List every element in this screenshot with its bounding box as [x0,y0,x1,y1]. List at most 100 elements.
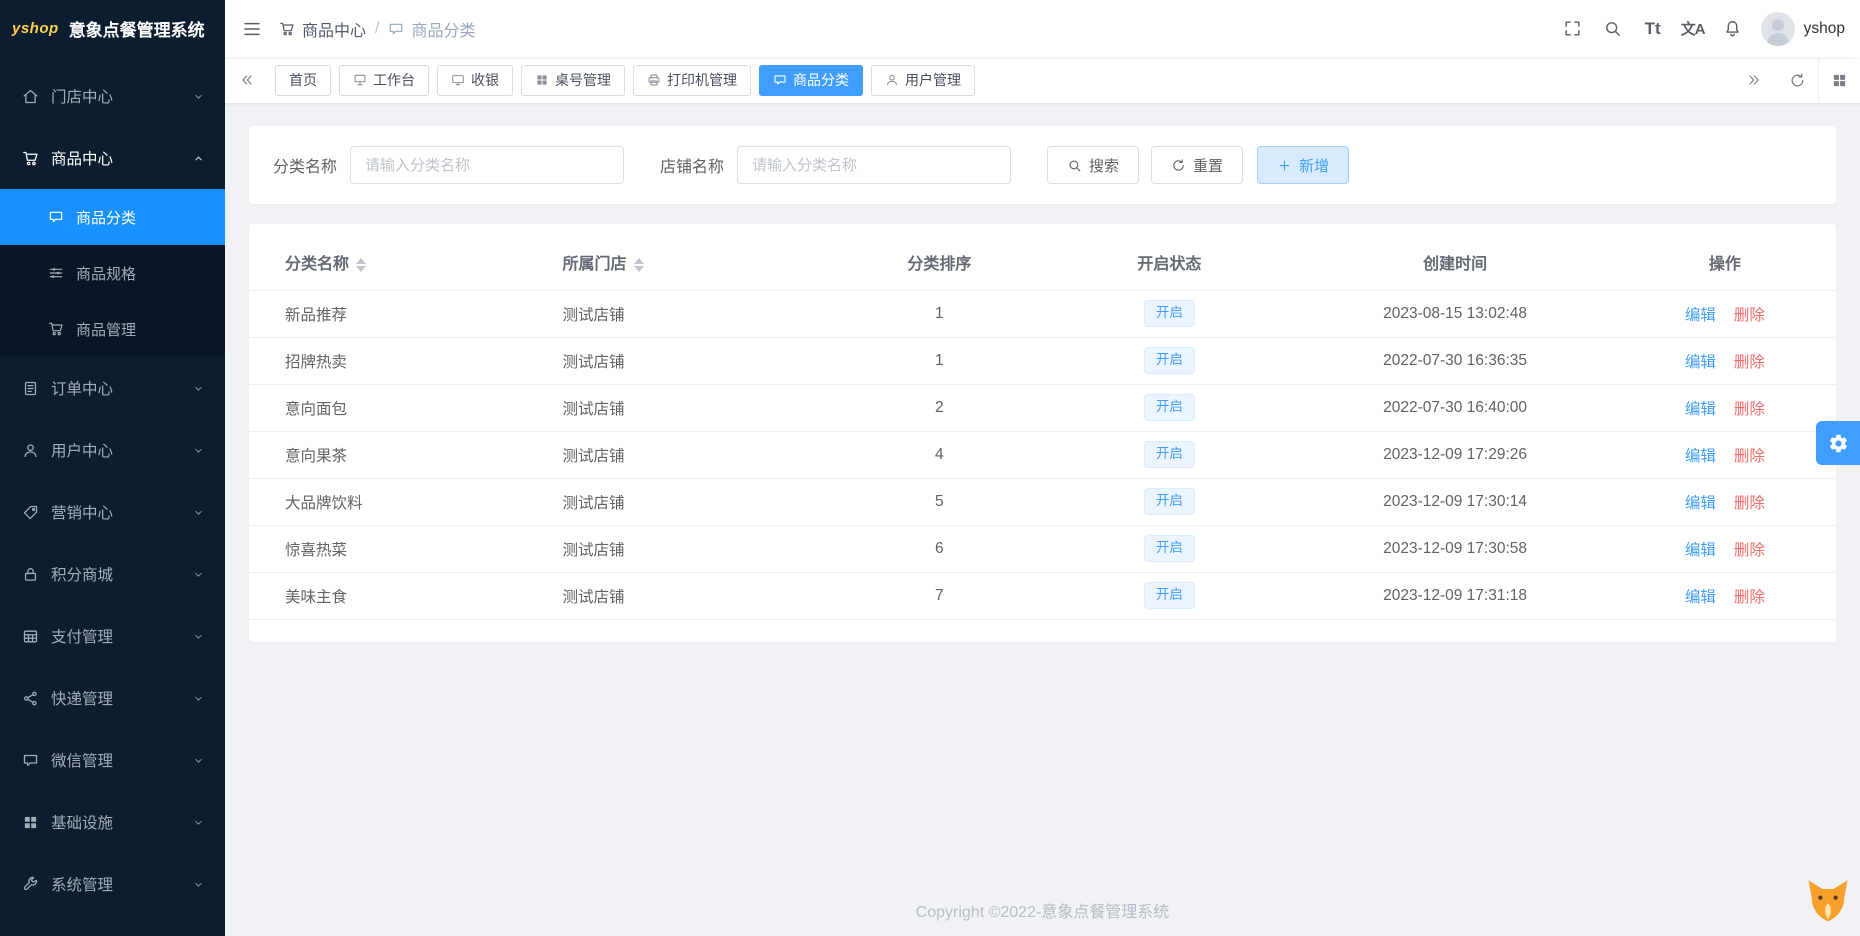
column-header[interactable]: 分类名称 [249,234,551,291]
column-header: 分类排序 [836,234,1043,291]
cell-actions: 编辑 删除 [1613,572,1836,620]
tag-label: 首页 [289,72,317,88]
sidebar-item-system-manage[interactable]: 系统管理 [0,853,225,915]
edit-link[interactable]: 编辑 [1685,448,1716,465]
tag-product-category[interactable]: 商品分类 [759,64,863,96]
delete-link[interactable]: 删除 [1734,495,1765,512]
edit-link[interactable]: 编辑 [1685,401,1716,418]
shop-name-label: 店铺名称 [660,159,725,176]
sort-caret-icon[interactable] [356,257,367,272]
category-name-input[interactable] [350,146,625,184]
cell-store: 测试店铺 [550,384,837,432]
sidebar-item-store-center[interactable]: 门店中心 [0,65,225,127]
sidebar-item-label: 营销中心 [51,505,114,522]
tag-label: 商品分类 [793,72,849,88]
column-header-label: 所属门店 [562,255,627,273]
sidebar-item-marketing-center[interactable]: 营销中心 [0,481,225,543]
chevron-down-icon [192,568,205,581]
delete-link[interactable]: 删除 [1734,354,1765,371]
refresh-icon[interactable] [1776,57,1818,103]
sidebar-item-label: 微信管理 [51,753,114,770]
delete-link[interactable]: 删除 [1734,542,1765,559]
tag-label: 打印机管理 [667,72,737,88]
edit-link[interactable]: 编辑 [1685,589,1716,606]
avatar[interactable] [1760,11,1795,46]
tags-scroll-left-icon[interactable] [225,57,269,103]
navbar: 商品中心 / 商品分类 Tt 文A yshop [225,0,1860,57]
reset-button[interactable]: 重置 [1151,146,1244,184]
sidebar-item-wechat-manage[interactable]: 微信管理 [0,729,225,791]
search-button[interactable]: 搜索 [1047,146,1140,184]
cell-store: 测试店铺 [550,572,837,620]
sidebar-item-label: 积分商城 [51,567,114,584]
logo[interactable]: yshop 意象点餐管理系统 [0,0,225,57]
bell-icon[interactable] [1713,9,1753,49]
tag-table-manage[interactable]: 桌号管理 [521,64,625,96]
sidebar-subitem-label: 商品分类 [76,209,137,227]
navbar-actions: Tt 文A yshop [1553,9,1860,49]
wrench-icon [22,876,39,893]
breadcrumb-item-product-center[interactable]: 商品中心 [279,17,366,41]
tag-cashier[interactable]: 收银 [437,64,513,96]
sort-caret-icon[interactable] [633,257,644,272]
add-button[interactable]: 新增 [1257,146,1350,184]
tag-home[interactable]: 首页 [275,64,331,96]
delete-link[interactable]: 删除 [1734,307,1765,324]
chevron-down-icon [192,90,205,103]
tag-label: 收银 [471,72,499,88]
settings-fab[interactable] [1816,421,1860,465]
sliders-icon [48,265,64,281]
cart-icon [48,321,64,337]
monitor-icon [451,73,465,87]
sidebar-item-product-center[interactable]: 商品中心 [0,127,225,189]
column-header[interactable]: 所属门店 [550,234,837,291]
home-icon [22,88,39,105]
sidebar-subitem-product-category[interactable]: 商品分类 [0,189,225,245]
platform-icon [353,73,367,87]
cell-category-name: 意向面包 [249,384,551,432]
search-icon[interactable] [1593,9,1633,49]
edit-link[interactable]: 编辑 [1685,495,1716,512]
username[interactable]: yshop [1804,20,1845,38]
tag-workbench[interactable]: 工作台 [339,64,429,96]
sidebar-subitem-product-spec[interactable]: 商品规格 [0,245,225,301]
mascot-fox-icon[interactable] [1802,876,1854,928]
plus-icon [1277,158,1292,173]
category-table: 分类名称 所属门店 分类排序 开启状态 创建时间 操作 新品推荐 测试店铺 1 开启 2023-0… [249,234,1836,620]
comment-icon [22,752,39,769]
cell-sort: 1 [836,337,1043,385]
copyright: Copyright ©2022-意象点餐管理系统 [915,904,1170,921]
sidebar-item-label: 快递管理 [51,691,114,708]
sidebar-item-user-center[interactable]: 用户中心 [0,419,225,481]
column-header-label: 分类名称 [285,255,350,273]
edit-link[interactable]: 编辑 [1685,542,1716,559]
sidebar-item-order-center[interactable]: 订单中心 [0,357,225,419]
chevron-down-icon [192,444,205,457]
sidebar-subitem-product-manage[interactable]: 商品管理 [0,301,225,357]
tag-label: 用户管理 [905,72,961,88]
cell-actions: 编辑 删除 [1613,431,1836,479]
tags-scroll-right-icon[interactable] [1732,57,1776,103]
hamburger-icon[interactable] [225,0,279,57]
delete-link[interactable]: 删除 [1734,589,1765,606]
breadcrumb-label: 商品中心 [302,22,367,40]
font-size-icon[interactable]: Tt [1633,9,1673,49]
translate-icon[interactable]: 文A [1673,9,1713,49]
edit-link[interactable]: 编辑 [1685,354,1716,371]
tag-user-manage[interactable]: 用户管理 [871,64,975,96]
status-badge: 开启 [1143,347,1195,374]
sidebar-item-label: 基础设施 [51,815,114,832]
cell-created: 2022-07-30 16:36:35 [1296,337,1614,385]
breadcrumb: 商品中心 / 商品分类 [279,17,475,41]
delete-link[interactable]: 删除 [1734,448,1765,465]
fullscreen-icon[interactable] [1553,9,1593,49]
sidebar-item-express-manage[interactable]: 快递管理 [0,667,225,729]
sidebar-item-payment-manage[interactable]: 支付管理 [0,605,225,667]
tag-printer-manage[interactable]: 打印机管理 [633,64,751,96]
shop-name-input[interactable] [737,146,1012,184]
tags-options-icon[interactable] [1818,57,1860,103]
sidebar-item-infrastructure[interactable]: 基础设施 [0,791,225,853]
edit-link[interactable]: 编辑 [1685,307,1716,324]
delete-link[interactable]: 删除 [1734,401,1765,418]
sidebar-item-points-mall[interactable]: 积分商城 [0,543,225,605]
